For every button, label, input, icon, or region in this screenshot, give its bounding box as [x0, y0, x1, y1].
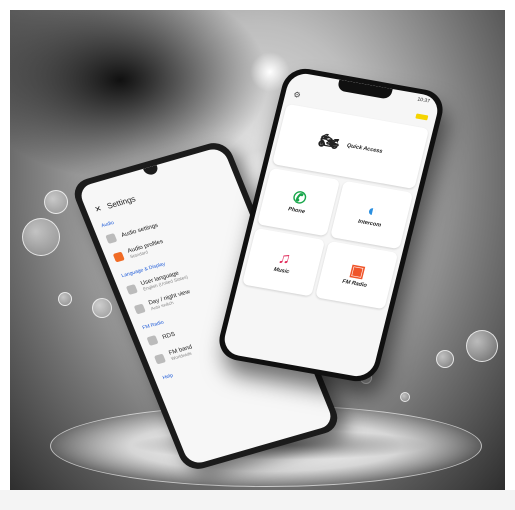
intercom-icon: ◐ — [365, 202, 380, 221]
motorcycle-icon: 🏍 — [316, 132, 342, 153]
tile-label: Intercom — [357, 218, 382, 229]
tile-label: Quick Access — [346, 142, 384, 155]
decor-bubble — [436, 350, 454, 368]
bottom-margin — [0, 490, 515, 510]
phone-icon: ✆ — [290, 189, 309, 209]
tile-music[interactable]: ♫ Music — [242, 227, 326, 297]
decor-bubble — [92, 298, 112, 318]
decor-bubble — [22, 218, 60, 256]
sliders-icon — [105, 233, 118, 244]
battery-icon — [415, 113, 429, 121]
decor-bubble — [400, 392, 410, 402]
close-icon[interactable]: ✕ — [93, 204, 103, 214]
headphones-icon — [112, 251, 125, 263]
gear-icon[interactable]: ⚙ — [292, 90, 301, 100]
decor-bubble — [58, 292, 72, 306]
tile-label: FM Radio — [341, 278, 368, 289]
radio-icon — [146, 335, 159, 346]
band-icon — [153, 353, 167, 365]
promo-canvas: ✕ Settings Audio Audio settings Audio pr… — [0, 0, 515, 510]
language-icon — [125, 284, 138, 295]
decor-bubble — [44, 190, 68, 214]
row-label: RDS — [161, 331, 177, 341]
music-icon: ♫ — [276, 249, 293, 269]
tile-phone[interactable]: ✆ Phone — [257, 167, 341, 237]
moon-icon — [133, 303, 146, 315]
tile-intercom[interactable]: ◐ Intercom — [330, 180, 414, 250]
status-time: 10:37 — [416, 96, 431, 105]
tile-fm-radio[interactable]: ▣ FM Radio — [315, 240, 399, 310]
decor-bubble — [466, 330, 498, 362]
